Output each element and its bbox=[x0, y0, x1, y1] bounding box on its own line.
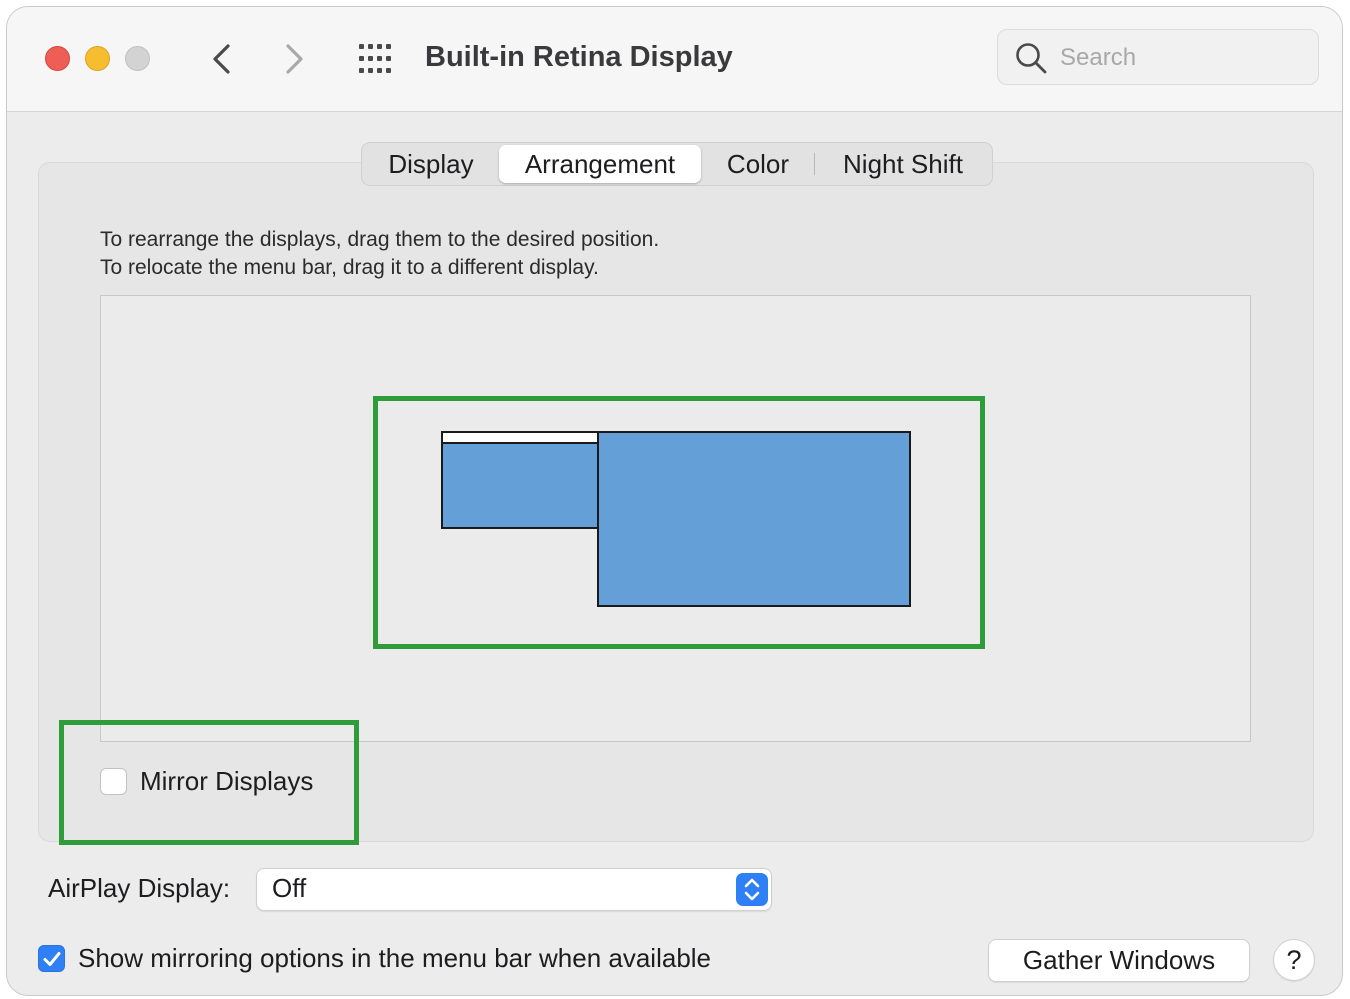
window-title: Built-in Retina Display bbox=[425, 41, 733, 73]
minimize-button[interactable] bbox=[85, 46, 110, 71]
title-bar: Built-in Retina Display bbox=[7, 7, 1342, 112]
checkmark-icon bbox=[43, 952, 61, 966]
airplay-value: Off bbox=[272, 873, 307, 903]
mirror-displays-checkbox[interactable] bbox=[100, 768, 127, 795]
instruction-menu-bar: To relocate the menu bar, drag it to a d… bbox=[100, 256, 599, 279]
airplay-select[interactable]: Off bbox=[256, 868, 772, 911]
tab-arrangement[interactable]: Arrangement bbox=[499, 145, 701, 183]
tab-night-shift[interactable]: Night Shift bbox=[822, 145, 984, 183]
menu-bar-handle[interactable] bbox=[441, 431, 599, 444]
grid-icon bbox=[359, 44, 391, 73]
zoom-button bbox=[125, 46, 150, 71]
tab-bar: Display Arrangement Color Night Shift bbox=[361, 142, 993, 186]
search-icon bbox=[1016, 43, 1047, 74]
gather-windows-button[interactable]: Gather Windows bbox=[988, 939, 1250, 982]
instruction-rearrange: To rearrange the displays, drag them to … bbox=[100, 228, 660, 251]
display-secondary[interactable] bbox=[441, 431, 599, 529]
search-input[interactable] bbox=[1058, 38, 1302, 78]
search-field[interactable] bbox=[997, 29, 1319, 85]
show-mirroring-label: Show mirroring options in the menu bar w… bbox=[78, 943, 712, 973]
show-all-button[interactable] bbox=[357, 41, 397, 77]
back-button[interactable] bbox=[204, 39, 240, 79]
display-main[interactable] bbox=[597, 431, 911, 607]
tab-color[interactable]: Color bbox=[708, 145, 808, 183]
select-arrows-icon bbox=[736, 873, 768, 906]
help-button[interactable]: ? bbox=[1273, 939, 1315, 981]
tab-display[interactable]: Display bbox=[368, 145, 494, 183]
chevron-left-icon bbox=[213, 44, 230, 74]
mirror-displays-label: Mirror Displays bbox=[140, 766, 314, 796]
airplay-label: AirPlay Display: bbox=[48, 873, 231, 903]
tab-separator bbox=[814, 153, 815, 175]
chevron-right-icon bbox=[286, 44, 303, 74]
forward-button[interactable] bbox=[276, 39, 312, 79]
preferences-window: Built-in Retina Display Display Arrangem… bbox=[6, 6, 1343, 996]
show-mirroring-checkbox[interactable] bbox=[38, 945, 65, 972]
close-button[interactable] bbox=[45, 46, 70, 71]
